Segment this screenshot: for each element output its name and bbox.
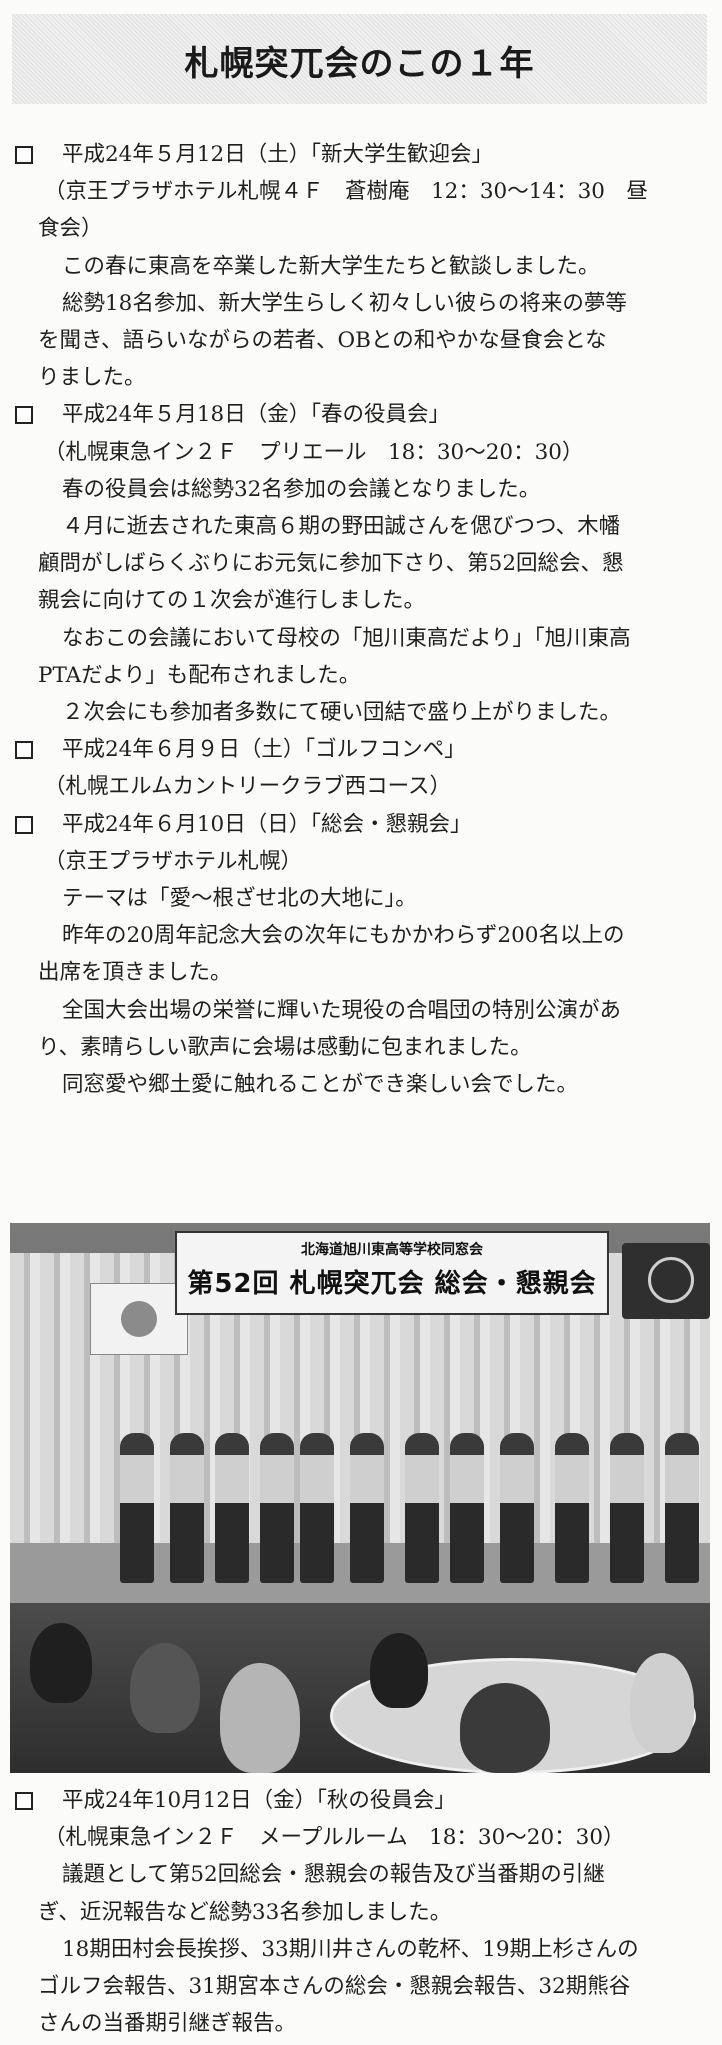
- flag-image: [90, 1283, 188, 1355]
- body-line: （札幌東急イン２Ｆ プリエール 18：30～20：30）: [44, 439, 584, 465]
- body-line: 出席を頂きました。: [38, 960, 232, 986]
- body-line: PTAだより」も配布されました。: [38, 662, 361, 688]
- body-line: 食会）: [38, 216, 103, 242]
- choir-member: [215, 1433, 249, 1583]
- choir-member: [300, 1433, 334, 1583]
- body-line: 顧問がしばらくぶりにお元気に参加下さり、第52回総会、懇: [38, 551, 624, 577]
- body-line: ぎ、近況報告など総勢33名参加しました。: [38, 1899, 452, 1925]
- choir-member: [610, 1433, 644, 1583]
- body-line: （札幌東急イン２Ｆ メープルルーム 18：30～20：30）: [44, 1825, 625, 1851]
- body-line: （札幌エルムカントリークラブ西コース）: [44, 774, 451, 800]
- section-checkbox: [15, 1792, 33, 1810]
- school-emblem: [622, 1243, 710, 1319]
- body-line: （京王プラザホテル札幌）: [44, 848, 303, 874]
- choir-member: [260, 1433, 294, 1583]
- body-line: （京王プラザホテル札幌４Ｆ 蒼樹庵 12：30～14：30 昼: [44, 179, 648, 205]
- body-line: 18期田村会長挨拶、33期川井さんの乾杯、19期上杉さんの: [62, 1936, 639, 1962]
- body-line: 議題として第52回総会・懇親会の報告及び当番期の引継: [62, 1862, 605, 1888]
- audience-head: [30, 1623, 92, 1703]
- body-line: ２次会にも参加者多数にて硬い団結で盛り上がりました。: [62, 700, 622, 725]
- event-banner: 北海道旭川東高等学校同窓会 第52回 札幌突兀会 総会・懇親会: [175, 1231, 609, 1315]
- audience-head: [220, 1663, 300, 1773]
- audience-head: [370, 1633, 428, 1708]
- body-line: 親会に向けての１次会が進行しました。: [38, 588, 426, 614]
- body-line: ４月に逝去された東高６期の野田誠さんを偲びつつ、木幡: [62, 514, 621, 539]
- body-line: りました。: [38, 365, 146, 391]
- audience-head: [460, 1683, 550, 1773]
- event-photo: 北海道旭川東高等学校同窓会 第52回 札幌突兀会 総会・懇親会: [10, 1223, 710, 1773]
- audience-head: [130, 1643, 200, 1733]
- event-heading: 平成24年５月12日（土）「新大学生歓迎会」: [62, 142, 493, 167]
- body-line: 春の役員会は総勢32名参加の会議となりました。: [62, 476, 541, 502]
- body-line: を聞き、語らいながらの若者、OBとの和やかな昼食会とな: [38, 328, 607, 353]
- section-checkbox: [15, 741, 33, 760]
- choir-member: [405, 1433, 439, 1583]
- banner-subtitle: 北海道旭川東高等学校同窓会: [301, 1242, 483, 1258]
- section-checkbox: [15, 815, 33, 834]
- event-heading: 平成24年６月９日（土）「ゴルフコンペ」: [62, 737, 466, 763]
- body-line: テーマは「愛～根ざせ北の大地に」。: [62, 886, 417, 911]
- body-line: さんの当番期引継ぎ報告。: [38, 2011, 297, 2037]
- body-line: なおこの会議において母校の「旭川東高だより」「旭川東高: [62, 625, 631, 651]
- choir-member: [120, 1433, 154, 1583]
- body-line: 昨年の20周年記念大会の次年にもかかわらず200名以上の: [62, 923, 625, 949]
- choir-member: [450, 1433, 484, 1583]
- body-line: 総勢18名参加、新大学生らしく初々しい彼らの将来の夢等: [62, 290, 627, 316]
- choir-member: [350, 1433, 384, 1583]
- event-heading: 平成24年５月18日（金）「春の役員会」: [62, 402, 450, 428]
- body-line: 同窓愛や郷土愛に触れることができ楽しい会でした。: [62, 1072, 579, 1097]
- audience-head: [630, 1653, 694, 1753]
- section-checkbox: [15, 146, 33, 164]
- body-line: この春に東高を卒業した新大学生たちと歓談しました。: [62, 253, 600, 279]
- section-checkbox: [15, 406, 33, 425]
- choir-member: [170, 1433, 204, 1583]
- choir-member: [665, 1433, 699, 1583]
- body-line: 全国大会出場の栄誉に輝いた現役の合唱団の特別公演があ: [62, 997, 622, 1023]
- body-line: り、素晴らしい歌声に会場は感動に包まれました。: [38, 1034, 532, 1060]
- choir-member: [555, 1433, 589, 1583]
- banner-title: 第52回 札幌突兀会 総会・懇親会: [187, 1269, 597, 1299]
- choir-member: [500, 1433, 534, 1583]
- body-line: ゴルフ会報告、31期宮本さんの総会・懇親会報告、32期熊谷: [38, 1974, 631, 1999]
- event-heading: 平成24年10月12日（金）「秋の役員会」: [62, 1788, 456, 1813]
- event-heading: 平成24年６月10日（日）「総会・懇親会」: [62, 811, 472, 837]
